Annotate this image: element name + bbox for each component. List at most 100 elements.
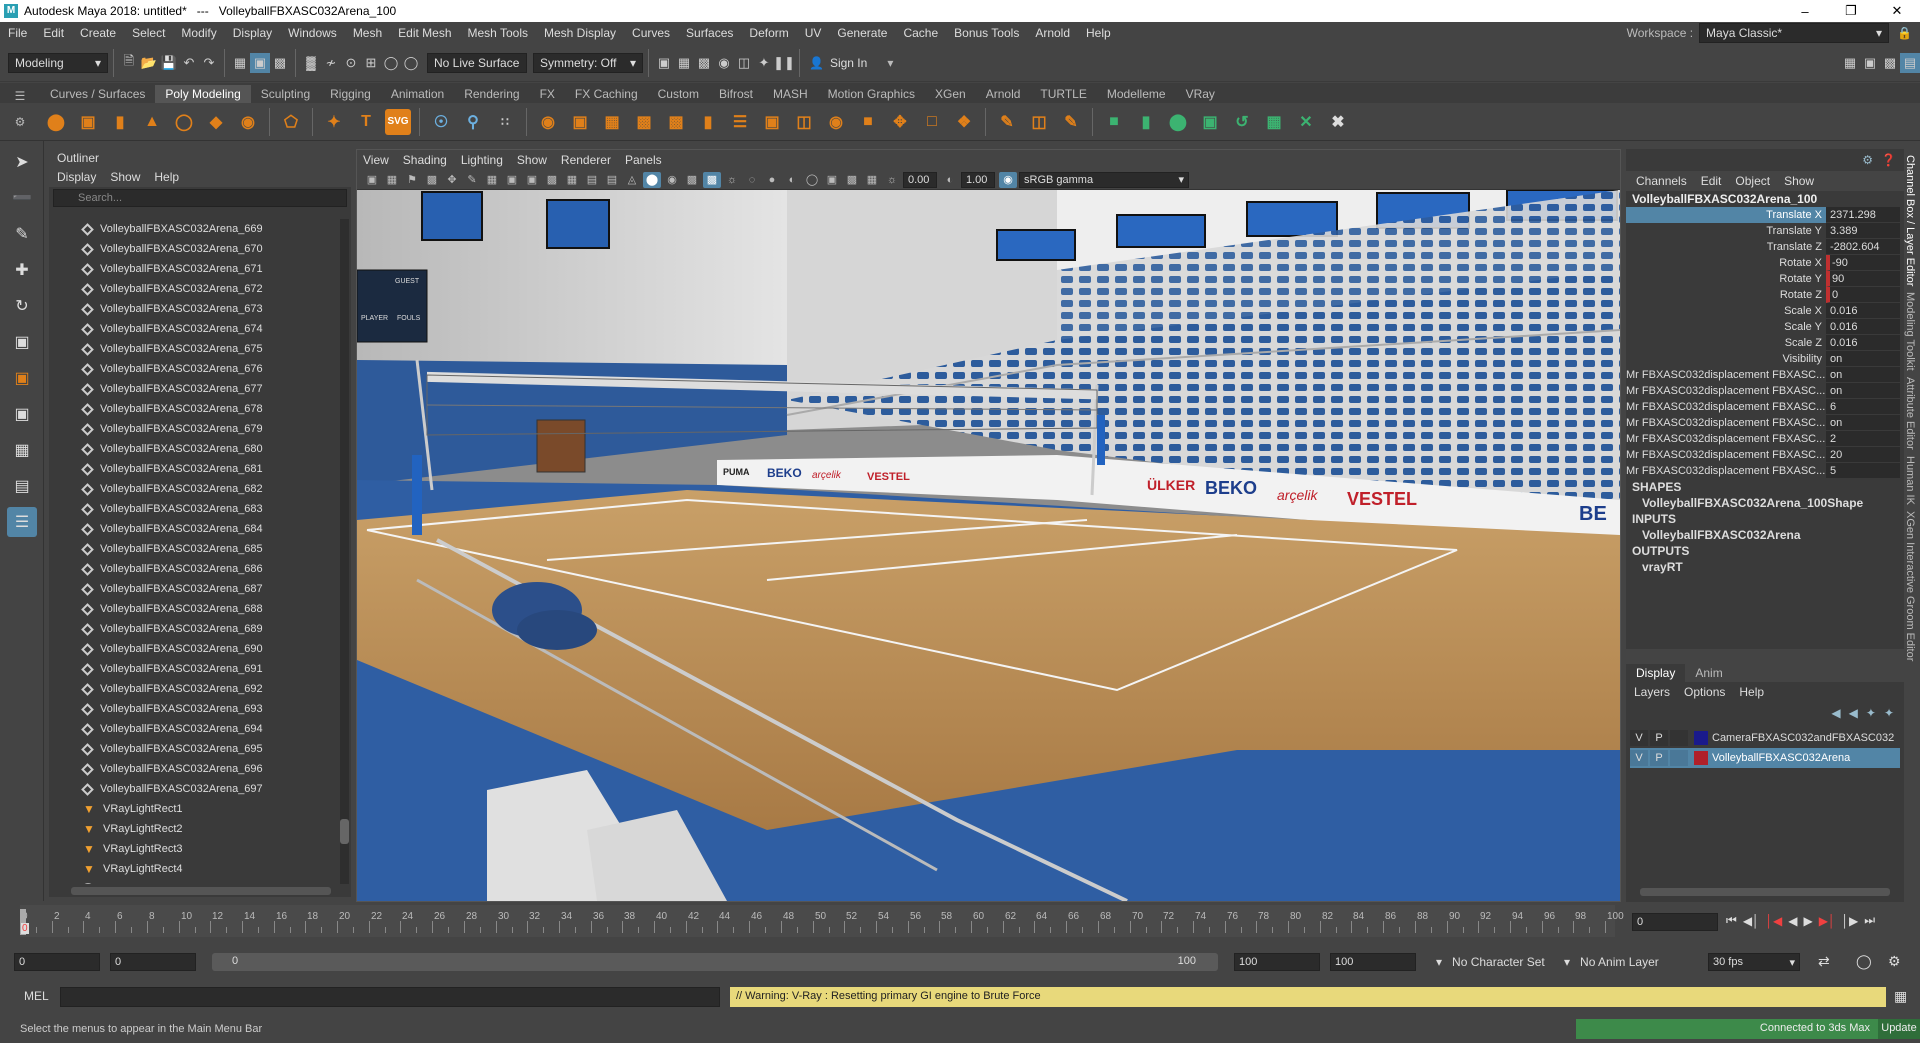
uv-planar-icon[interactable]: ■ [1101,109,1127,135]
layer-visibility-toggle[interactable]: V [1630,730,1648,746]
exposure-field[interactable]: 0.00 [903,171,937,188]
viewport-menu-shading[interactable]: Shading [403,153,447,167]
channel-row[interactable]: Mr FBXASC032displacement FBXASC... on [1626,383,1904,399]
auto-key-icon[interactable]: ◯ [1856,953,1872,970]
poly-plane-icon[interactable]: ◆ [203,109,229,135]
poly-sphere-icon[interactable]: ⬤ [43,109,69,135]
bevel-icon[interactable]: ◉ [823,109,849,135]
view-transform-dropdown[interactable]: sRGB gamma ▾ [1019,171,1189,188]
bridge-icon[interactable]: ◫ [791,109,817,135]
attribute-editor-icon[interactable]: ▣ [1860,53,1880,73]
channel-value[interactable]: 0.016 [1826,303,1900,319]
append-icon[interactable]: ✥ [887,109,913,135]
menu-generate[interactable]: Generate [829,22,895,44]
outliner-item[interactable]: VolleyballFBXASC032Arena_669 [49,219,339,239]
layer-playback-toggle[interactable]: P [1650,730,1668,746]
outliner-hscrollbar[interactable] [71,887,331,895]
wireframe-icon[interactable]: ◬ [623,172,641,188]
playback-end-field[interactable]: 100 [1234,953,1320,971]
open-scene-icon[interactable]: 📂 [139,53,159,73]
menu-help[interactable]: Help [1078,22,1119,44]
menu-cache[interactable]: Cache [895,22,946,44]
step-forward-key-icon[interactable]: │▶ [1841,914,1858,928]
uv-unfold-icon[interactable]: ↺ [1229,109,1255,135]
step-back-frame-icon[interactable]: │◀ [1766,914,1783,928]
rotate-tool-icon[interactable]: ↻ [7,291,37,321]
outliner-item[interactable]: VolleyballFBXASC032Arena_676 [49,359,339,379]
channel-value[interactable]: 2371.298 [1826,207,1900,223]
vray-render-icon[interactable]: ✦ [754,53,774,73]
poly-cube-icon[interactable]: ▣ [75,109,101,135]
side-tab-xgen-groom[interactable]: XGen Interactive Groom Editor [1904,511,1916,661]
channel-row[interactable]: Scale Y 0.016 [1626,319,1904,335]
channel-box-object-name[interactable]: VolleyballFBXASC032Arena_100 [1626,191,1904,207]
layer-tab-display[interactable]: Display [1626,664,1686,682]
channel-row[interactable]: Mr FBXASC032displacement FBXASC... 6 [1626,399,1904,415]
outliner-item[interactable]: ▼ VRayLightRect1 [49,799,339,819]
time-slider[interactable]: 0246810121416182022242628303234363840424… [0,905,1920,945]
animation-end-field[interactable]: 100 [1330,953,1416,971]
uv-spherical-icon[interactable]: ⬤ [1165,109,1191,135]
measure-icon[interactable]: ☉ [428,109,454,135]
isolate-select-icon[interactable]: ▣ [823,172,841,188]
live-surface-field[interactable]: No Live Surface [427,52,527,73]
layer-display-type[interactable] [1670,750,1688,766]
fill-hole-icon[interactable]: ■ [855,109,881,135]
super-shape-icon[interactable]: ✦ [321,109,347,135]
select-component-icon[interactable]: ▩ [270,53,290,73]
close-button[interactable]: ✕ [1874,0,1920,22]
xray-joints-icon[interactable]: ▦ [863,172,881,188]
menu-modify[interactable]: Modify [173,22,224,44]
outliner-menu-display[interactable]: Display [57,170,96,184]
outliner-item[interactable]: ▶ defaultLightSet [49,879,339,884]
shelf-tab-xgen[interactable]: XGen [925,85,976,103]
poly-cone-icon[interactable]: ▲ [139,109,165,135]
snap-curve-icon[interactable]: ≁ [321,53,341,73]
textured-icon[interactable]: ▩ [683,172,701,188]
outliner-menu-show[interactable]: Show [110,170,140,184]
outliner-item[interactable]: VolleyballFBXASC032Arena_693 [49,699,339,719]
smooth-shade-icon[interactable]: ⬤ [643,171,661,188]
lock-icon[interactable]: 🔒 [1897,26,1912,40]
multi-cut-icon[interactable]: □ [919,109,945,135]
menu-mesh-display[interactable]: Mesh Display [536,22,624,44]
shadows-icon[interactable]: ☼ [723,172,741,188]
separate-icon[interactable]: ▣ [567,109,593,135]
outliner-item[interactable]: VolleyballFBXASC032Arena_689 [49,619,339,639]
loop-icon[interactable]: ⇄ [1818,953,1830,970]
layer-menu-help[interactable]: Help [1739,685,1764,699]
move-tool-icon[interactable]: ✚ [7,255,37,285]
animation-start-field[interactable]: 0 [14,953,100,971]
step-back-key-icon[interactable]: ◀│ [1743,914,1760,928]
field-chart-icon[interactable]: ▦ [563,172,581,188]
layer-color-swatch[interactable] [1694,731,1708,745]
menu-curves[interactable]: Curves [624,22,678,44]
viewport-menu-show[interactable]: Show [517,153,547,167]
menu-surfaces[interactable]: Surfaces [678,22,741,44]
channel-row[interactable]: Rotate X -90 [1626,255,1904,271]
booleans-icon[interactable]: ▩ [631,109,657,135]
make-live-icon[interactable]: ◯ [401,53,421,73]
uv-sew-icon[interactable]: ✖ [1325,109,1351,135]
expand-icon[interactable]: ▶ [71,884,78,885]
minimize-button[interactable]: – [1782,0,1828,22]
outliner-item[interactable]: VolleyballFBXASC032Arena_679 [49,419,339,439]
anti-aliasing-icon[interactable]: ◐ [783,172,801,188]
exposure-icon[interactable]: ☼ [883,172,901,188]
move-layer-up-icon[interactable]: ◀ [1831,706,1840,720]
viewport-menu-renderer[interactable]: Renderer [561,153,611,167]
channel-row[interactable]: Scale X 0.016 [1626,303,1904,319]
channel-row[interactable]: Mr FBXASC032displacement FBXASC... 5 [1626,463,1904,479]
uv-layout-icon[interactable]: ▦ [1261,109,1287,135]
target-weld-icon[interactable]: ❖ [951,109,977,135]
last-tool-icon[interactable]: ▣ [7,363,37,393]
new-layer-selected-icon[interactable]: ✦ [1884,706,1894,720]
menu-windows[interactable]: Windows [280,22,345,44]
channel-box-help-icon[interactable]: ❓ [1881,153,1896,167]
channel-value[interactable]: 0.016 [1826,335,1900,351]
gate-mask-icon[interactable]: ▩ [543,172,561,188]
channel-value[interactable]: 0.016 [1826,319,1900,335]
move-layer-down-icon[interactable]: ◀ [1849,706,1858,720]
shelf-tab-rigging[interactable]: Rigging [320,85,381,103]
viewport-3d-scene[interactable]: GUEST PLAYER FOULS BEKO arçelik VESTEL P… [357,190,1620,901]
